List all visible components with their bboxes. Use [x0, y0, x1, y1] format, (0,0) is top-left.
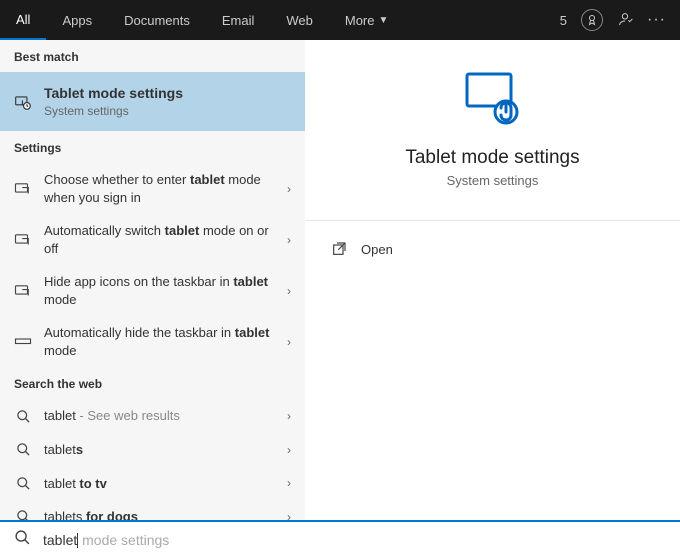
search-icon — [14, 442, 32, 457]
section-web: Search the web — [0, 367, 305, 399]
search-icon — [14, 476, 32, 491]
chevron-right-icon: › — [287, 182, 291, 196]
open-action[interactable]: Open — [305, 237, 680, 261]
settings-result[interactable]: Automatically switch tablet mode on or o… — [0, 214, 305, 265]
chevron-right-icon: › — [287, 409, 291, 423]
detail-panel: Tablet mode settings System settings Ope… — [305, 40, 680, 520]
tab-email[interactable]: Email — [206, 0, 271, 40]
section-settings: Settings — [0, 131, 305, 163]
tablet-settings-icon — [14, 91, 32, 113]
tab-all[interactable]: All — [0, 0, 46, 40]
results-panel: Best match Tablet mode settings System s… — [0, 40, 305, 520]
search-icon — [14, 509, 32, 520]
search-filter-tabs: All Apps Documents Email Web More▼ 5 ··· — [0, 0, 680, 40]
settings-result[interactable]: Automatically hide the taskbar in tablet… — [0, 316, 305, 367]
more-options-icon[interactable]: ··· — [647, 11, 666, 29]
taskbar-icon — [14, 333, 32, 351]
result-label: Hide app icons on the taskbar in tablet … — [44, 273, 275, 308]
result-label: tablets for dogs — [44, 508, 275, 520]
section-best-match: Best match — [0, 40, 305, 72]
tab-web[interactable]: Web — [270, 0, 329, 40]
settings-result[interactable]: Choose whether to enter tablet mode when… — [0, 163, 305, 214]
tab-apps[interactable]: Apps — [46, 0, 108, 40]
open-label: Open — [361, 242, 393, 257]
web-result[interactable]: tablets › — [0, 433, 305, 467]
tablet-mode-large-icon — [461, 68, 525, 131]
search-icon — [14, 529, 31, 551]
web-result[interactable]: tablets for dogs › — [0, 500, 305, 520]
best-match-sub: System settings — [44, 103, 291, 119]
result-label: Automatically hide the taskbar in tablet… — [44, 324, 275, 359]
chevron-right-icon: › — [287, 510, 291, 520]
chevron-right-icon: › — [287, 284, 291, 298]
web-result[interactable]: tablet - See web results › — [0, 399, 305, 433]
feedback-icon[interactable] — [617, 11, 633, 30]
chevron-right-icon: › — [287, 335, 291, 349]
tablet-icon — [14, 180, 32, 198]
tablet-icon — [14, 231, 32, 249]
chevron-right-icon: › — [287, 443, 291, 457]
web-result[interactable]: tablet to tv › — [0, 467, 305, 501]
tab-more[interactable]: More▼ — [329, 0, 405, 40]
open-icon — [331, 241, 347, 257]
search-icon — [14, 409, 32, 424]
chevron-right-icon: › — [287, 233, 291, 247]
settings-result[interactable]: Hide app icons on the taskbar in tablet … — [0, 265, 305, 316]
tablet-icon — [14, 282, 32, 300]
detail-sub: System settings — [447, 173, 539, 188]
result-label: tablet to tv — [44, 475, 275, 493]
rewards-icon[interactable] — [581, 9, 603, 31]
best-match-title: Tablet mode settings — [44, 84, 291, 103]
chevron-right-icon: › — [287, 476, 291, 490]
result-label: tablet - See web results — [44, 407, 275, 425]
tab-documents[interactable]: Documents — [108, 0, 206, 40]
result-label: Automatically switch tablet mode on or o… — [44, 222, 275, 257]
rewards-count[interactable]: 5 — [560, 13, 567, 28]
result-label: tablets — [44, 441, 275, 459]
best-match-result[interactable]: Tablet mode settings System settings — [0, 72, 305, 131]
search-input[interactable]: tablet mode settings — [43, 532, 666, 549]
detail-title: Tablet mode settings — [405, 147, 579, 169]
result-label: Choose whether to enter tablet mode when… — [44, 171, 275, 206]
search-bar[interactable]: tablet mode settings — [0, 522, 680, 558]
